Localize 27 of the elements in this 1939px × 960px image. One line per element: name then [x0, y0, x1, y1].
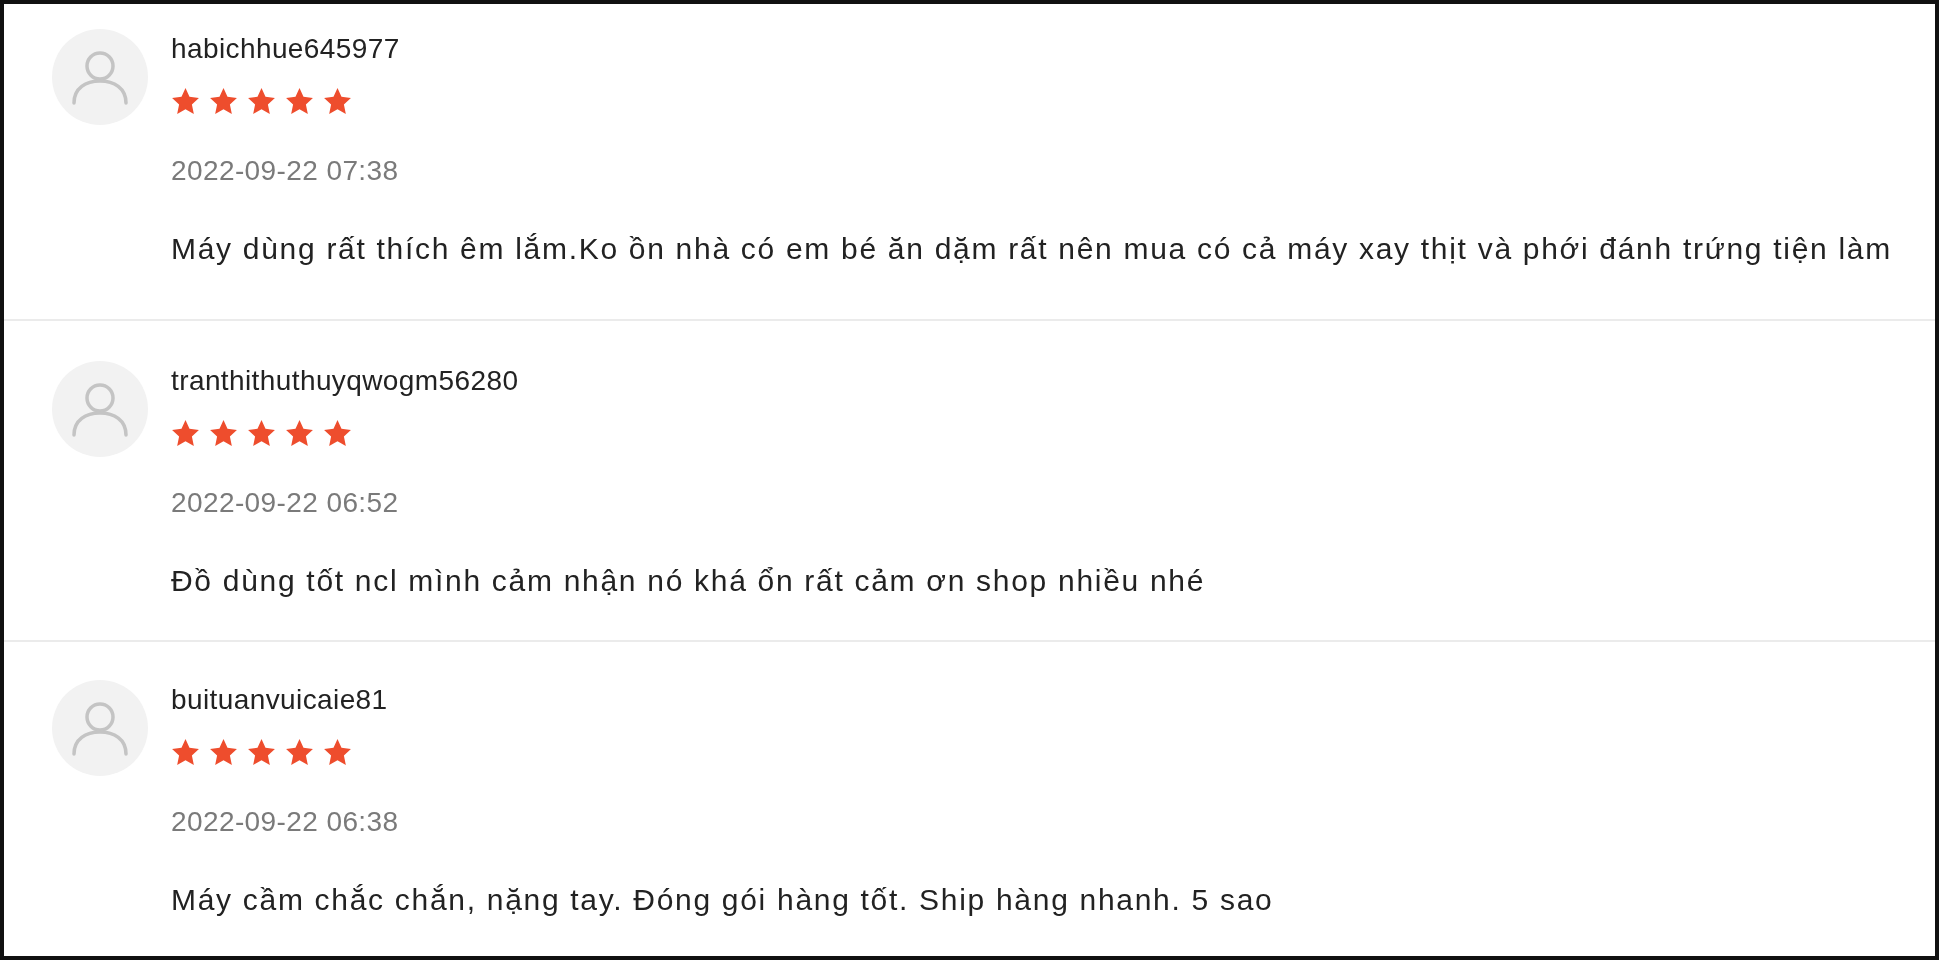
star-icon: [285, 738, 314, 766]
username: buituanvuicaie81: [171, 684, 388, 716]
star-icon: [247, 87, 276, 115]
user-avatar-icon: [52, 29, 148, 125]
user-avatar-icon: [52, 680, 148, 776]
star-icon: [171, 738, 200, 766]
review-date: 2022-09-22 07:38: [171, 155, 399, 187]
review-date: 2022-09-22 06:38: [171, 806, 399, 838]
star-icon: [285, 419, 314, 447]
star-icon: [209, 419, 238, 447]
username: habichhue645977: [171, 33, 400, 65]
star-icon: [323, 419, 352, 447]
star-icon: [209, 87, 238, 115]
star-icon: [171, 419, 200, 447]
star-icon: [323, 87, 352, 115]
user-avatar-icon: [52, 361, 148, 457]
star-icon: [323, 738, 352, 766]
review-text: Máy dùng rất thích êm lắm.Ko ồn nhà có em bé ăn dặm rất nên mua có cả máy xay thịt và phới đánh trứng tiện làm: [171, 232, 1892, 266]
star-icon: [171, 87, 200, 115]
star-icon: [247, 419, 276, 447]
star-icon: [247, 738, 276, 766]
star-icon: [285, 87, 314, 115]
star-icon: [209, 738, 238, 766]
review-text: Đồ dùng tốt ncl mình cảm nhận nó khá ổn rất cảm ơn shop nhiều nhé: [171, 564, 1206, 598]
review-date: 2022-09-22 06:52: [171, 487, 399, 519]
username: tranthithuthuyqwogm56280: [171, 365, 519, 397]
review-text: Máy cầm chắc chắn, nặng tay. Đóng gói hàng tốt. Ship hàng nhanh. 5 sao: [171, 883, 1274, 917]
